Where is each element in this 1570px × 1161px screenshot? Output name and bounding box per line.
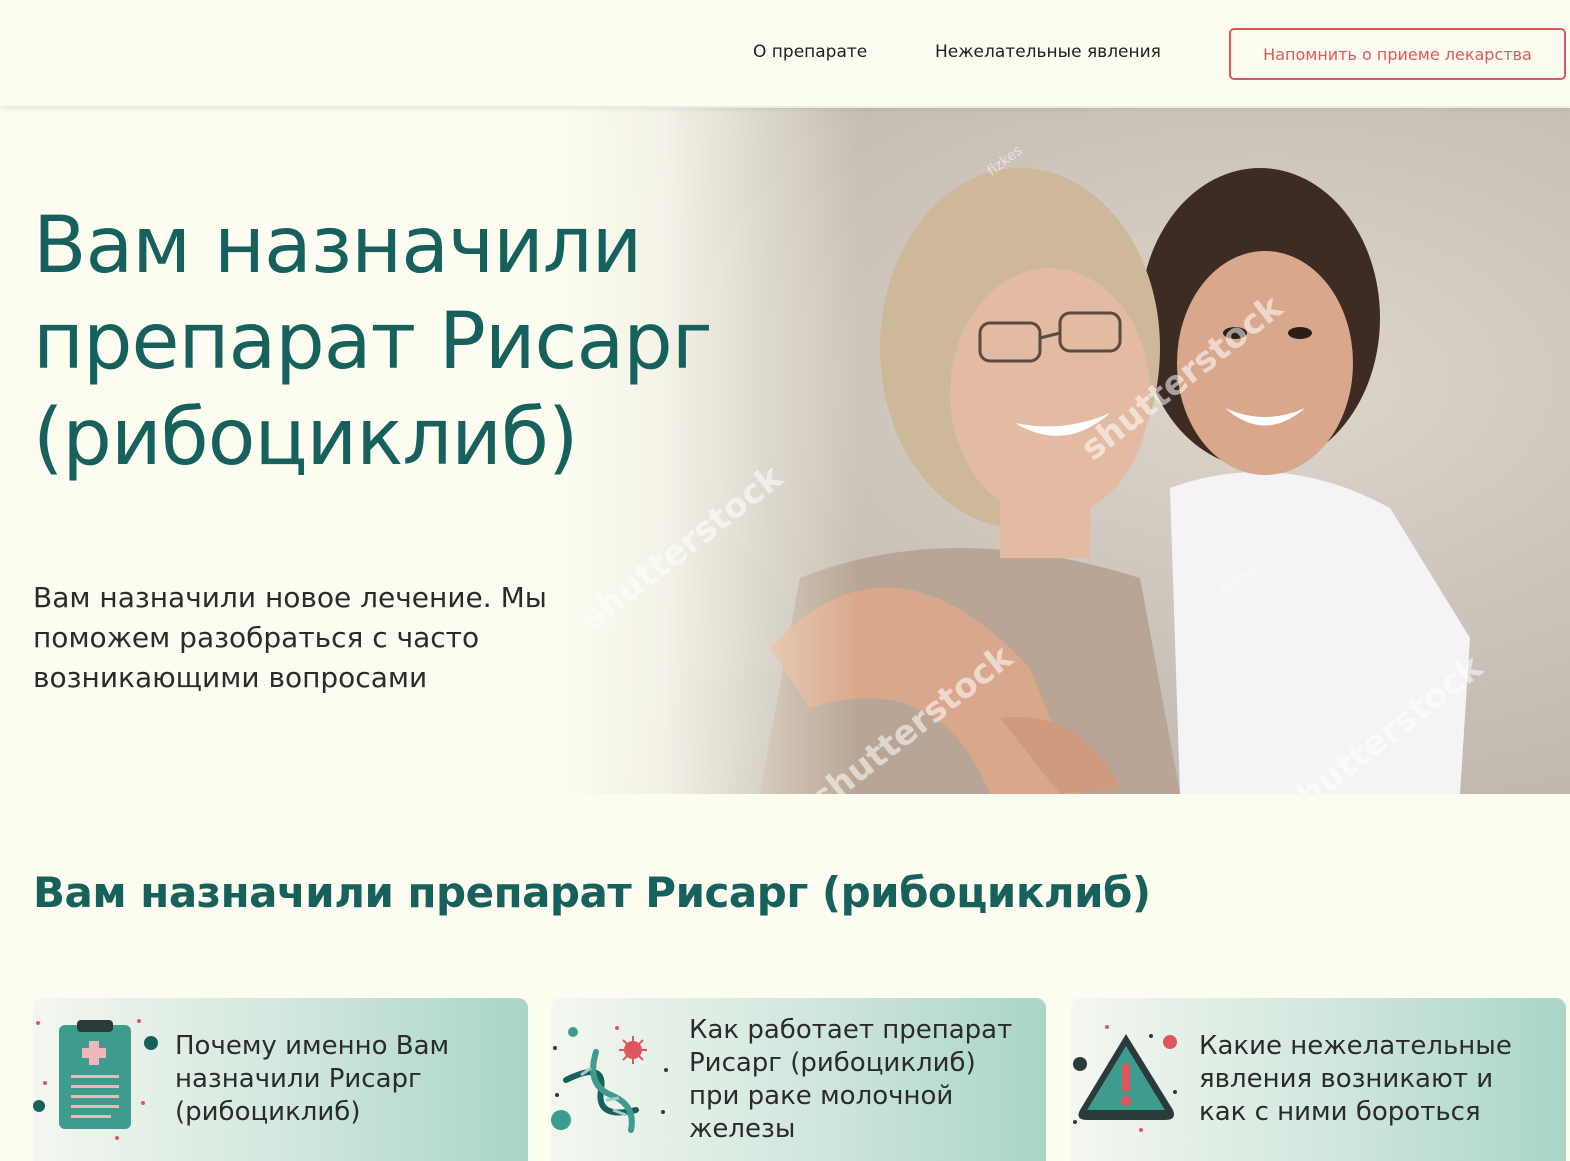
nav-link-about[interactable]: О препарате: [753, 42, 867, 62]
site-header: О препарате Нежелательные явления Напомн…: [0, 0, 1570, 106]
hero-subtitle: Вам назначили новое лечение. Мы поможем …: [33, 581, 547, 694]
card-side-effects[interactable]: Какие нежелательные явления возникают и …: [1071, 998, 1566, 1161]
remind-medication-button[interactable]: Напомнить о приеме лекарства: [1229, 28, 1566, 80]
card-how-it-works[interactable]: Как работает препарат Рисарг (рибоциклиб…: [551, 998, 1046, 1161]
dna-icon: [551, 1026, 668, 1133]
card-label: Какие нежелательные явления возникают и …: [1199, 1031, 1512, 1127]
card-label: Как работает препарат Рисарг (рибоциклиб…: [689, 1015, 1013, 1144]
clipboard-icon: [33, 1019, 158, 1140]
hero-section: shutterstock shutterstock shutterstock s…: [0, 108, 1570, 794]
hero-title: Вам назначили препарат Рисарг (рибоцикли…: [33, 201, 713, 483]
warning-icon: [1073, 1025, 1177, 1132]
card-why-prescribed[interactable]: Почему именно Вам назначили Рисарг (рибо…: [33, 998, 528, 1161]
nav-link-side-effects[interactable]: Нежелательные явления: [935, 42, 1161, 62]
section-title: Вам назначили препарат Рисарг (рибоцикли…: [33, 868, 1151, 917]
card-label: Почему именно Вам назначили Рисарг (рибо…: [175, 1031, 450, 1127]
